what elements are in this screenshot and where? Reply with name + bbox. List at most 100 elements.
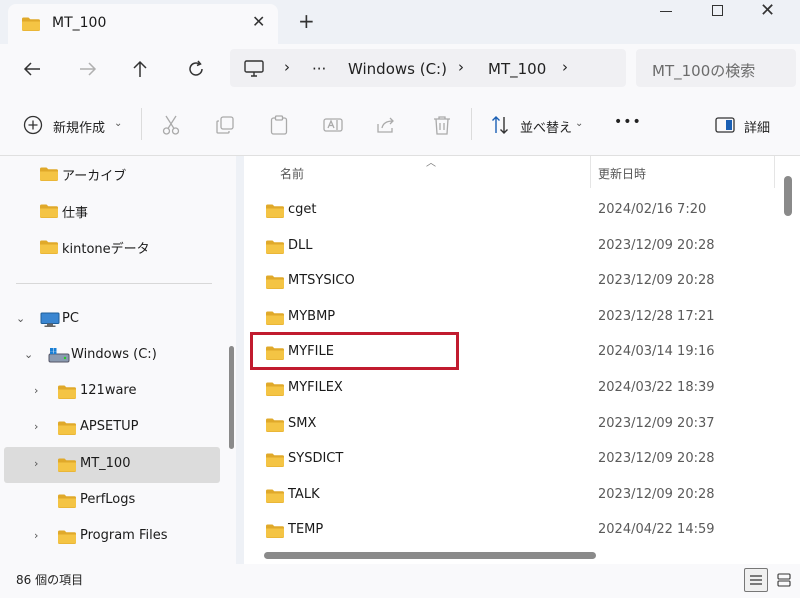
sort-arrows-icon: [492, 116, 508, 134]
highlight-box: [250, 332, 459, 370]
sidebar-item-program-files[interactable]: › Program Files: [4, 519, 220, 555]
breadcrumb-mt100[interactable]: MT_100: [488, 60, 546, 78]
trash-icon: [434, 116, 450, 135]
sidebar-item-kintone[interactable]: kintoneデータ: [4, 229, 220, 265]
copy-button[interactable]: [214, 114, 236, 136]
tiles-view-button[interactable]: [772, 568, 796, 592]
column-header-date[interactable]: 更新日時: [598, 165, 646, 182]
clipboard-icon: [270, 115, 288, 135]
file-name: MYBMP: [288, 308, 336, 324]
breadcrumb-windows-c[interactable]: Windows (C:): [348, 60, 447, 78]
chevron-right-icon[interactable]: ›: [34, 384, 38, 397]
sidebar-item-121ware[interactable]: › 121ware: [4, 374, 220, 410]
new-button-label[interactable]: 新規作成: [53, 117, 105, 136]
plus-circle-icon: [23, 115, 43, 135]
tab-title: MT_100: [52, 15, 107, 31]
file-row[interactable]: MYFILEX 2024/03/22 18:39: [244, 371, 774, 407]
details-view-button[interactable]: [744, 568, 768, 592]
chevron-down-icon[interactable]: ⌄: [575, 118, 583, 129]
file-row[interactable]: DLL 2023/12/09 20:28: [244, 229, 774, 265]
command-bar: 新規作成 ⌄ 並べ替え ⌄ ••• 詳細: [0, 94, 800, 156]
back-button[interactable]: [19, 56, 45, 82]
chevron-down-icon[interactable]: ⌄: [114, 118, 122, 129]
navigation-bar: › ··· Windows (C:) › MT_100 › MT_100の検索: [0, 44, 800, 94]
file-modified-date: 2023/12/09 20:28: [598, 486, 715, 502]
breadcrumb-overflow[interactable]: ···: [312, 60, 326, 78]
chevron-right-icon[interactable]: ›: [34, 420, 38, 433]
sidebar-item-pc[interactable]: ⌄ PC: [4, 302, 220, 338]
details-pane-label[interactable]: 詳細: [744, 117, 770, 136]
details-pane-button[interactable]: [714, 114, 736, 136]
folder-icon: [58, 530, 76, 544]
sidebar-item-label: PC: [62, 311, 79, 326]
close-tab-icon[interactable]: ✕: [252, 12, 265, 31]
item-count: 86 個の項目: [16, 573, 84, 587]
column-separator[interactable]: [590, 156, 591, 188]
horizontal-scrollbar[interactable]: [264, 552, 596, 559]
chevron-down-icon[interactable]: ⌄: [24, 348, 33, 361]
vertical-scrollbar[interactable]: [784, 176, 792, 216]
folder-icon: [58, 421, 76, 435]
chevron-right-icon[interactable]: ›: [34, 529, 38, 542]
chevron-right-icon[interactable]: ›: [34, 457, 38, 470]
file-list: ︿ 名前 更新日時 cget 2024/02/16 7:20 DLL 2023/12/…: [244, 156, 800, 564]
folder-icon: [266, 382, 284, 396]
new-button[interactable]: [22, 114, 44, 136]
file-name: SYSDICT: [288, 451, 344, 467]
sort-button[interactable]: [490, 114, 512, 136]
share-button[interactable]: [376, 114, 398, 136]
sidebar-item-apsetup[interactable]: › APSETUP: [4, 410, 220, 446]
maximize-button[interactable]: [712, 5, 723, 16]
chevron-right-icon[interactable]: ›: [562, 58, 568, 76]
file-row[interactable]: TEMP 2024/04/22 14:59: [244, 513, 774, 549]
new-tab-button[interactable]: +: [298, 9, 315, 33]
sidebar-item-label: アーカイブ: [62, 169, 127, 184]
folder-icon: [266, 311, 284, 325]
file-row[interactable]: MTSYSICO 2023/12/09 20:28: [244, 264, 774, 300]
folder-icon: [58, 385, 76, 399]
search-input[interactable]: MT_100の検索: [636, 49, 796, 87]
minimize-button[interactable]: [656, 2, 676, 22]
address-bar[interactable]: › ··· Windows (C:) › MT_100 ›: [230, 49, 626, 87]
refresh-button[interactable]: [183, 56, 209, 82]
sidebar-item-perflogs[interactable]: PerfLogs: [4, 483, 220, 519]
details-pane-icon: [715, 117, 735, 133]
file-row[interactable]: SYSDICT 2023/12/09 20:28: [244, 442, 774, 478]
sidebar-item-windows-c[interactable]: ⌄ Windows (C:): [4, 338, 220, 374]
file-name: DLL: [288, 237, 313, 253]
file-row[interactable]: cget 2024/02/16 7:20: [244, 193, 774, 229]
file-modified-date: 2023/12/09 20:28: [598, 273, 715, 289]
sort-button-label[interactable]: 並べ替え: [520, 117, 572, 136]
navigation-pane: アーカイブ 仕事 kintoneデータ ⌄ PC ⌄ Windows (C:) …: [0, 156, 236, 564]
file-modified-date: 2024/02/16 7:20: [598, 202, 707, 217]
column-separator[interactable]: [774, 156, 775, 188]
tab-mt100[interactable]: MT_100 ✕: [8, 4, 278, 44]
up-button[interactable]: [127, 56, 153, 82]
cut-button[interactable]: [160, 114, 182, 136]
file-row[interactable]: TALK 2023/12/09 20:28: [244, 478, 774, 514]
sidebar-item-work[interactable]: 仕事: [4, 193, 220, 229]
sidebar-item-label: Program Files: [80, 528, 168, 543]
drive-icon: [48, 348, 70, 363]
chevron-down-icon[interactable]: ⌄: [16, 312, 25, 325]
file-row[interactable]: MYBMP 2023/12/28 17:21: [244, 300, 774, 336]
folder-icon: [40, 204, 58, 218]
close-window-button[interactable]: ✕: [760, 0, 775, 21]
folder-icon: [266, 240, 284, 254]
rename-button[interactable]: [322, 114, 344, 136]
folder-icon: [266, 204, 284, 218]
sidebar-item-mt100[interactable]: › MT_100: [4, 447, 220, 483]
file-modified-date: 2023/12/09 20:28: [598, 237, 715, 253]
folder-icon: [266, 524, 284, 538]
pc-icon: [40, 312, 60, 327]
paste-button[interactable]: [268, 114, 290, 136]
more-options-button[interactable]: •••: [614, 114, 642, 130]
column-header-name[interactable]: 名前: [280, 165, 304, 182]
forward-button[interactable]: [75, 56, 101, 82]
sidebar-item-label: 仕事: [62, 206, 89, 221]
sidebar-item-label: 121ware: [80, 383, 137, 398]
navigation-scrollbar[interactable]: [229, 346, 234, 449]
sidebar-item-archive[interactable]: アーカイブ: [4, 156, 220, 192]
file-row[interactable]: SMX 2023/12/09 20:37: [244, 407, 774, 443]
delete-button[interactable]: [431, 114, 453, 136]
